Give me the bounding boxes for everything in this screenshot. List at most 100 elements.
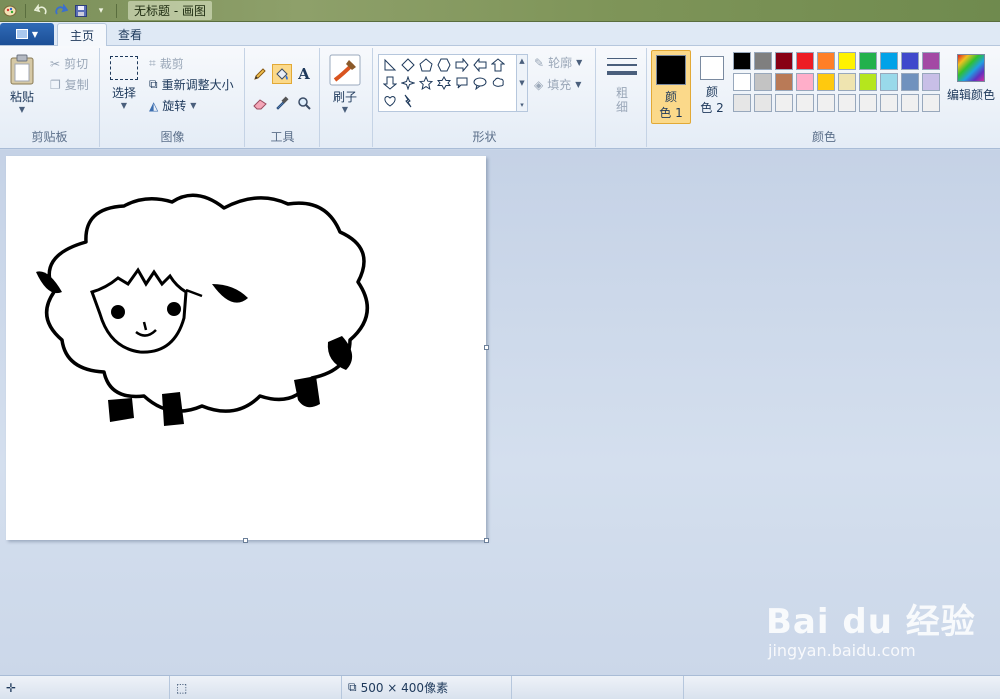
paste-label: 粘贴 bbox=[9, 90, 34, 104]
color1-button[interactable]: 颜 色 1 bbox=[651, 50, 691, 124]
customize-quick-access-icon[interactable]: ▾ bbox=[93, 3, 109, 19]
left-arrow-shape-icon[interactable] bbox=[471, 56, 489, 74]
pentagon-shape-icon[interactable] bbox=[417, 56, 435, 74]
palette-swatch[interactable] bbox=[775, 94, 793, 112]
palette-swatch[interactable] bbox=[859, 52, 877, 70]
image-size-cell: ⧉ 500 × 400像素 bbox=[342, 676, 512, 699]
palette-swatch[interactable] bbox=[796, 52, 814, 70]
palette-swatch[interactable] bbox=[817, 52, 835, 70]
diamond-shape-icon[interactable] bbox=[399, 56, 417, 74]
hexagon-shape-icon[interactable] bbox=[435, 56, 453, 74]
four-point-star-shape-icon[interactable] bbox=[399, 74, 417, 92]
palette-swatch[interactable] bbox=[880, 52, 898, 70]
resize-button[interactable]: ⧉ 重新调整大小 bbox=[149, 76, 234, 93]
palette-swatch[interactable] bbox=[796, 94, 814, 112]
rounded-callout-shape-icon[interactable] bbox=[453, 74, 471, 92]
cut-button[interactable]: ✂ 剪切 bbox=[50, 55, 88, 72]
crop-label: 裁剪 bbox=[159, 57, 184, 71]
rotate-label: 旋转 bbox=[162, 99, 187, 113]
text-tool[interactable]: A bbox=[294, 64, 314, 84]
undo-icon[interactable] bbox=[33, 3, 49, 19]
save-icon[interactable] bbox=[73, 3, 89, 19]
crop-icon: ⌗ bbox=[149, 56, 156, 70]
palette-swatch[interactable] bbox=[775, 52, 793, 70]
rotate-button[interactable]: ◭ 旋转 ▼ bbox=[149, 97, 196, 114]
fill-button[interactable]: ◈ 填充 ▼ bbox=[534, 76, 581, 93]
tab-home[interactable]: 主页 bbox=[57, 23, 108, 46]
crop-button[interactable]: ⌗ 裁剪 bbox=[149, 55, 184, 72]
ribbon-tab-row: ▼ 主页 查看 bbox=[0, 22, 1000, 46]
paste-button[interactable]: 粘贴 ▼ bbox=[8, 54, 36, 114]
paint-app-icon[interactable] bbox=[2, 3, 18, 19]
up-arrow-shape-icon[interactable] bbox=[489, 56, 507, 74]
color2-button[interactable]: 颜 色 2 bbox=[697, 56, 727, 116]
fill-tool[interactable] bbox=[272, 64, 292, 84]
line-width-icon bbox=[607, 58, 637, 75]
palette-swatch[interactable] bbox=[817, 73, 835, 91]
edit-colors-button[interactable]: 编辑颜色 bbox=[946, 54, 996, 103]
eraser-tool[interactable] bbox=[250, 93, 270, 113]
palette-swatch[interactable] bbox=[796, 73, 814, 91]
shapes-scrollbar[interactable]: ▲ ▼ ▾ bbox=[516, 55, 527, 111]
palette-swatch[interactable] bbox=[859, 73, 877, 91]
copy-button[interactable]: ❐ 复制 bbox=[50, 76, 89, 93]
select-button[interactable]: 选择 ▼ bbox=[110, 56, 138, 110]
right-triangle-shape-icon[interactable] bbox=[381, 56, 399, 74]
drawing-canvas[interactable] bbox=[6, 156, 486, 540]
palette-swatch[interactable] bbox=[838, 52, 856, 70]
palette-swatch[interactable] bbox=[901, 94, 919, 112]
palette-swatch[interactable] bbox=[880, 73, 898, 91]
pencil-tool[interactable] bbox=[250, 64, 270, 84]
tools-group-label: 工具 bbox=[270, 130, 295, 144]
down-arrow-shape-icon[interactable] bbox=[381, 74, 399, 92]
palette-swatch[interactable] bbox=[922, 52, 940, 70]
heart-shape-icon[interactable] bbox=[381, 92, 399, 110]
resize-handle-corner[interactable] bbox=[484, 538, 489, 543]
five-point-star-shape-icon[interactable] bbox=[417, 74, 435, 92]
cloud-callout-shape-icon[interactable] bbox=[489, 74, 507, 92]
edit-colors-label: 编辑颜色 bbox=[946, 88, 995, 102]
palette-swatch[interactable] bbox=[733, 73, 751, 91]
expand-gallery-icon[interactable]: ▾ bbox=[520, 101, 524, 109]
palette-swatch[interactable] bbox=[901, 73, 919, 91]
color2-label-line2: 色 2 bbox=[700, 101, 724, 115]
palette-swatch[interactable] bbox=[901, 52, 919, 70]
copy-icon: ❐ bbox=[50, 77, 61, 92]
title-bar: ▾ 无标题 - 画图 bbox=[0, 0, 1000, 22]
outline-button[interactable]: ✎ 轮廓 ▼ bbox=[534, 54, 582, 71]
tools-group: A 工具 bbox=[246, 48, 320, 147]
six-point-star-shape-icon[interactable] bbox=[435, 74, 453, 92]
palette-swatch[interactable] bbox=[775, 73, 793, 91]
palette-swatch[interactable] bbox=[754, 52, 772, 70]
text-tool-icon: A bbox=[298, 65, 310, 83]
palette-swatch[interactable] bbox=[838, 94, 856, 112]
palette-swatch[interactable] bbox=[880, 94, 898, 112]
palette-swatch[interactable] bbox=[922, 94, 940, 112]
color-picker-tool[interactable] bbox=[272, 93, 292, 113]
oval-callout-shape-icon[interactable] bbox=[471, 74, 489, 92]
tab-view[interactable]: 查看 bbox=[106, 23, 154, 46]
palette-swatch[interactable] bbox=[838, 73, 856, 91]
palette-swatch[interactable] bbox=[754, 73, 772, 91]
palette-swatch[interactable] bbox=[922, 73, 940, 91]
shapes-group-label: 形状 bbox=[472, 130, 497, 144]
magnifier-tool[interactable] bbox=[294, 93, 314, 113]
document-icon bbox=[15, 29, 28, 39]
palette-swatch[interactable] bbox=[859, 94, 877, 112]
palette-swatch[interactable] bbox=[733, 94, 751, 112]
palette-swatch[interactable] bbox=[733, 52, 751, 70]
scroll-down-icon[interactable]: ▼ bbox=[519, 79, 524, 87]
palette-swatch[interactable] bbox=[817, 94, 835, 112]
resize-handle-bottom[interactable] bbox=[243, 538, 248, 543]
right-arrow-shape-icon[interactable] bbox=[453, 56, 471, 74]
selection-size-cell: ⬚ bbox=[170, 676, 342, 699]
paint-menu-button[interactable]: ▼ bbox=[0, 23, 54, 45]
palette-swatch[interactable] bbox=[754, 94, 772, 112]
brushes-button[interactable]: 刷子 ▼ bbox=[329, 54, 361, 114]
size-button[interactable]: 粗 细 bbox=[604, 56, 640, 114]
clipboard-group: 粘贴 ▼ ✂ 剪切 ❐ 复制 剪贴板 bbox=[0, 48, 100, 147]
redo-icon[interactable] bbox=[53, 3, 69, 19]
lightning-shape-icon[interactable] bbox=[399, 92, 417, 110]
scroll-up-icon[interactable]: ▲ bbox=[519, 57, 524, 65]
resize-handle-right[interactable] bbox=[484, 345, 489, 350]
